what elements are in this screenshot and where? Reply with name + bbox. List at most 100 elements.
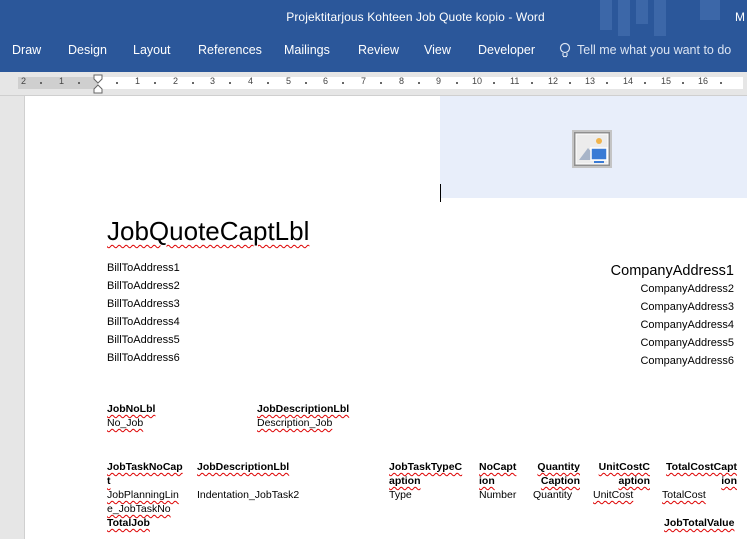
tab-view[interactable]: View (422, 43, 453, 57)
ruler-number: 7 (361, 76, 367, 86)
ruler-tick (78, 82, 80, 84)
bill-to-line[interactable]: BillToAddress4 (107, 316, 180, 328)
document-title[interactable]: JobQuoteCaptLbl (107, 216, 309, 247)
ruler-tick (40, 82, 42, 84)
cell-type[interactable]: Type (389, 488, 412, 502)
ribbon-tabs: Draw Design Layout References Mailings R… (0, 36, 747, 72)
ruler-number: 10 (472, 76, 483, 86)
image-placeholder[interactable] (440, 96, 747, 198)
ruler-number: 6 (323, 76, 329, 86)
ruler-number: 9 (436, 76, 442, 86)
bill-to-line[interactable]: BillToAddress5 (107, 334, 180, 346)
header-description[interactable]: JobDescriptionLbl (197, 460, 289, 474)
bill-to-line[interactable]: BillToAddress1 (107, 262, 180, 274)
header-unit-cost-line: UnitCostC (598, 461, 650, 473)
ruler-tick (116, 82, 118, 84)
tab-references[interactable]: References (196, 43, 264, 57)
header-quantity-line: Caption (540, 475, 580, 487)
tab-layout[interactable]: Layout (131, 43, 173, 57)
ruler-number: 3 (210, 76, 216, 86)
ruler-tick (644, 82, 646, 84)
ruler-tick (493, 82, 495, 84)
header-task-no-line: JobTaskNoCap (107, 461, 183, 473)
bill-to-line[interactable]: BillToAddress3 (107, 298, 180, 310)
cell-task-no[interactable]: JobPlanningLin e_JobTaskNo (107, 488, 179, 516)
cell-task-no-line: e_JobTaskNo (107, 503, 171, 515)
header-no[interactable]: NoCapt ion (479, 460, 516, 488)
horizontal-ruler[interactable]: 2 1 1 2 3 4 5 6 7 8 9 10 11 12 13 14 15 … (0, 72, 747, 96)
tab-review[interactable]: Review (356, 43, 401, 57)
ruler-tick (456, 82, 458, 84)
ruler-tick (192, 82, 194, 84)
picture-placeholder-icon (575, 133, 609, 165)
header-total-cost[interactable]: TotalCostCapt ion (661, 460, 737, 488)
ruler-tick (229, 82, 231, 84)
bill-to-line[interactable]: BillToAddress2 (107, 280, 180, 292)
indent-marker-icon[interactable] (93, 74, 103, 94)
company-address-line[interactable]: CompanyAddress5 (640, 337, 734, 349)
ruler-tick (531, 82, 533, 84)
document-page[interactable]: JobQuoteCaptLbl BillToAddress1 BillToAdd… (24, 96, 747, 539)
ruler-number: 1 (59, 76, 65, 86)
header-no-line: NoCapt (479, 461, 517, 473)
ruler-number: 8 (399, 76, 405, 86)
tab-draw[interactable]: Draw (10, 43, 43, 57)
header-no-line: ion (479, 475, 495, 487)
ruler-number: 11 (510, 76, 520, 86)
page-edge (24, 96, 25, 539)
cell-task-no-line: JobPlanningLin (107, 489, 179, 501)
tell-me-label: Tell me what you want to do (577, 43, 732, 57)
company-address-line[interactable]: CompanyAddress2 (640, 283, 734, 295)
tell-me-search[interactable]: Tell me what you want to do (559, 42, 731, 58)
tab-mailings[interactable]: Mailings (282, 43, 332, 57)
total-value[interactable]: JobTotalValue (664, 516, 734, 530)
ruler-number: 2 (173, 76, 179, 86)
cell-number[interactable]: Number (479, 488, 516, 502)
ruler-tick (305, 82, 307, 84)
ruler-left-margin (18, 77, 98, 89)
ruler-number: 5 (286, 76, 292, 86)
header-unit-cost-line: aption (618, 475, 651, 487)
header-task-type-line: aption (389, 475, 421, 487)
header-task-no[interactable]: JobTaskNoCap t (107, 460, 183, 488)
ruler-tick (720, 82, 722, 84)
cell-total-cost[interactable]: TotalCost (662, 488, 706, 502)
picture-icon (572, 130, 612, 168)
ruler-tick (342, 82, 344, 84)
job-no-value[interactable]: No_Job (107, 416, 143, 430)
total-label[interactable]: TotalJob (107, 516, 150, 530)
company-address-line[interactable]: CompanyAddress6 (640, 355, 734, 367)
header-total-cost-line: TotalCostCapt (666, 461, 737, 473)
user-avatar[interactable]: M (735, 10, 745, 24)
header-task-type-line: JobTaskTypeC (389, 461, 463, 473)
ruler-number: 15 (661, 76, 672, 86)
job-description-value[interactable]: Description_Job (257, 416, 332, 430)
ruler-tick (569, 82, 571, 84)
company-address-line[interactable]: CompanyAddress3 (640, 301, 734, 313)
ruler-tick (606, 82, 608, 84)
title-bar: Projektitarjous Kohteen Job Quote kopio … (0, 0, 747, 36)
ruler-number: 14 (623, 76, 634, 86)
company-address-line[interactable]: CompanyAddress4 (640, 319, 734, 331)
ruler-tick (154, 82, 156, 84)
cell-quantity[interactable]: Quantity (533, 488, 572, 502)
ruler-tick (267, 82, 269, 84)
ruler-number: 1 (135, 76, 141, 86)
tab-design[interactable]: Design (66, 43, 109, 57)
window-title: Projektitarjous Kohteen Job Quote kopio … (286, 10, 545, 24)
header-quantity-line: Quantity (537, 461, 580, 473)
ruler-tick (380, 82, 382, 84)
company-address-line[interactable]: CompanyAddress1 (611, 263, 734, 279)
bill-to-line[interactable]: BillToAddress6 (107, 352, 180, 364)
job-no-label[interactable]: JobNoLbl (107, 402, 155, 416)
header-unit-cost[interactable]: UnitCostC aption (591, 460, 650, 488)
tab-developer[interactable]: Developer (476, 43, 537, 57)
header-quantity[interactable]: Quantity Caption (533, 460, 580, 488)
cell-unit-cost[interactable]: UnitCost (593, 488, 633, 502)
ruler-number: 12 (548, 76, 559, 86)
ruler-number: 2 (21, 76, 27, 86)
header-task-type[interactable]: JobTaskTypeC aption (389, 460, 462, 488)
job-description-label[interactable]: JobDescriptionLbl (257, 402, 349, 416)
ruler-number: 16 (698, 76, 709, 86)
cell-description[interactable]: Indentation_JobTask2 (197, 488, 299, 502)
